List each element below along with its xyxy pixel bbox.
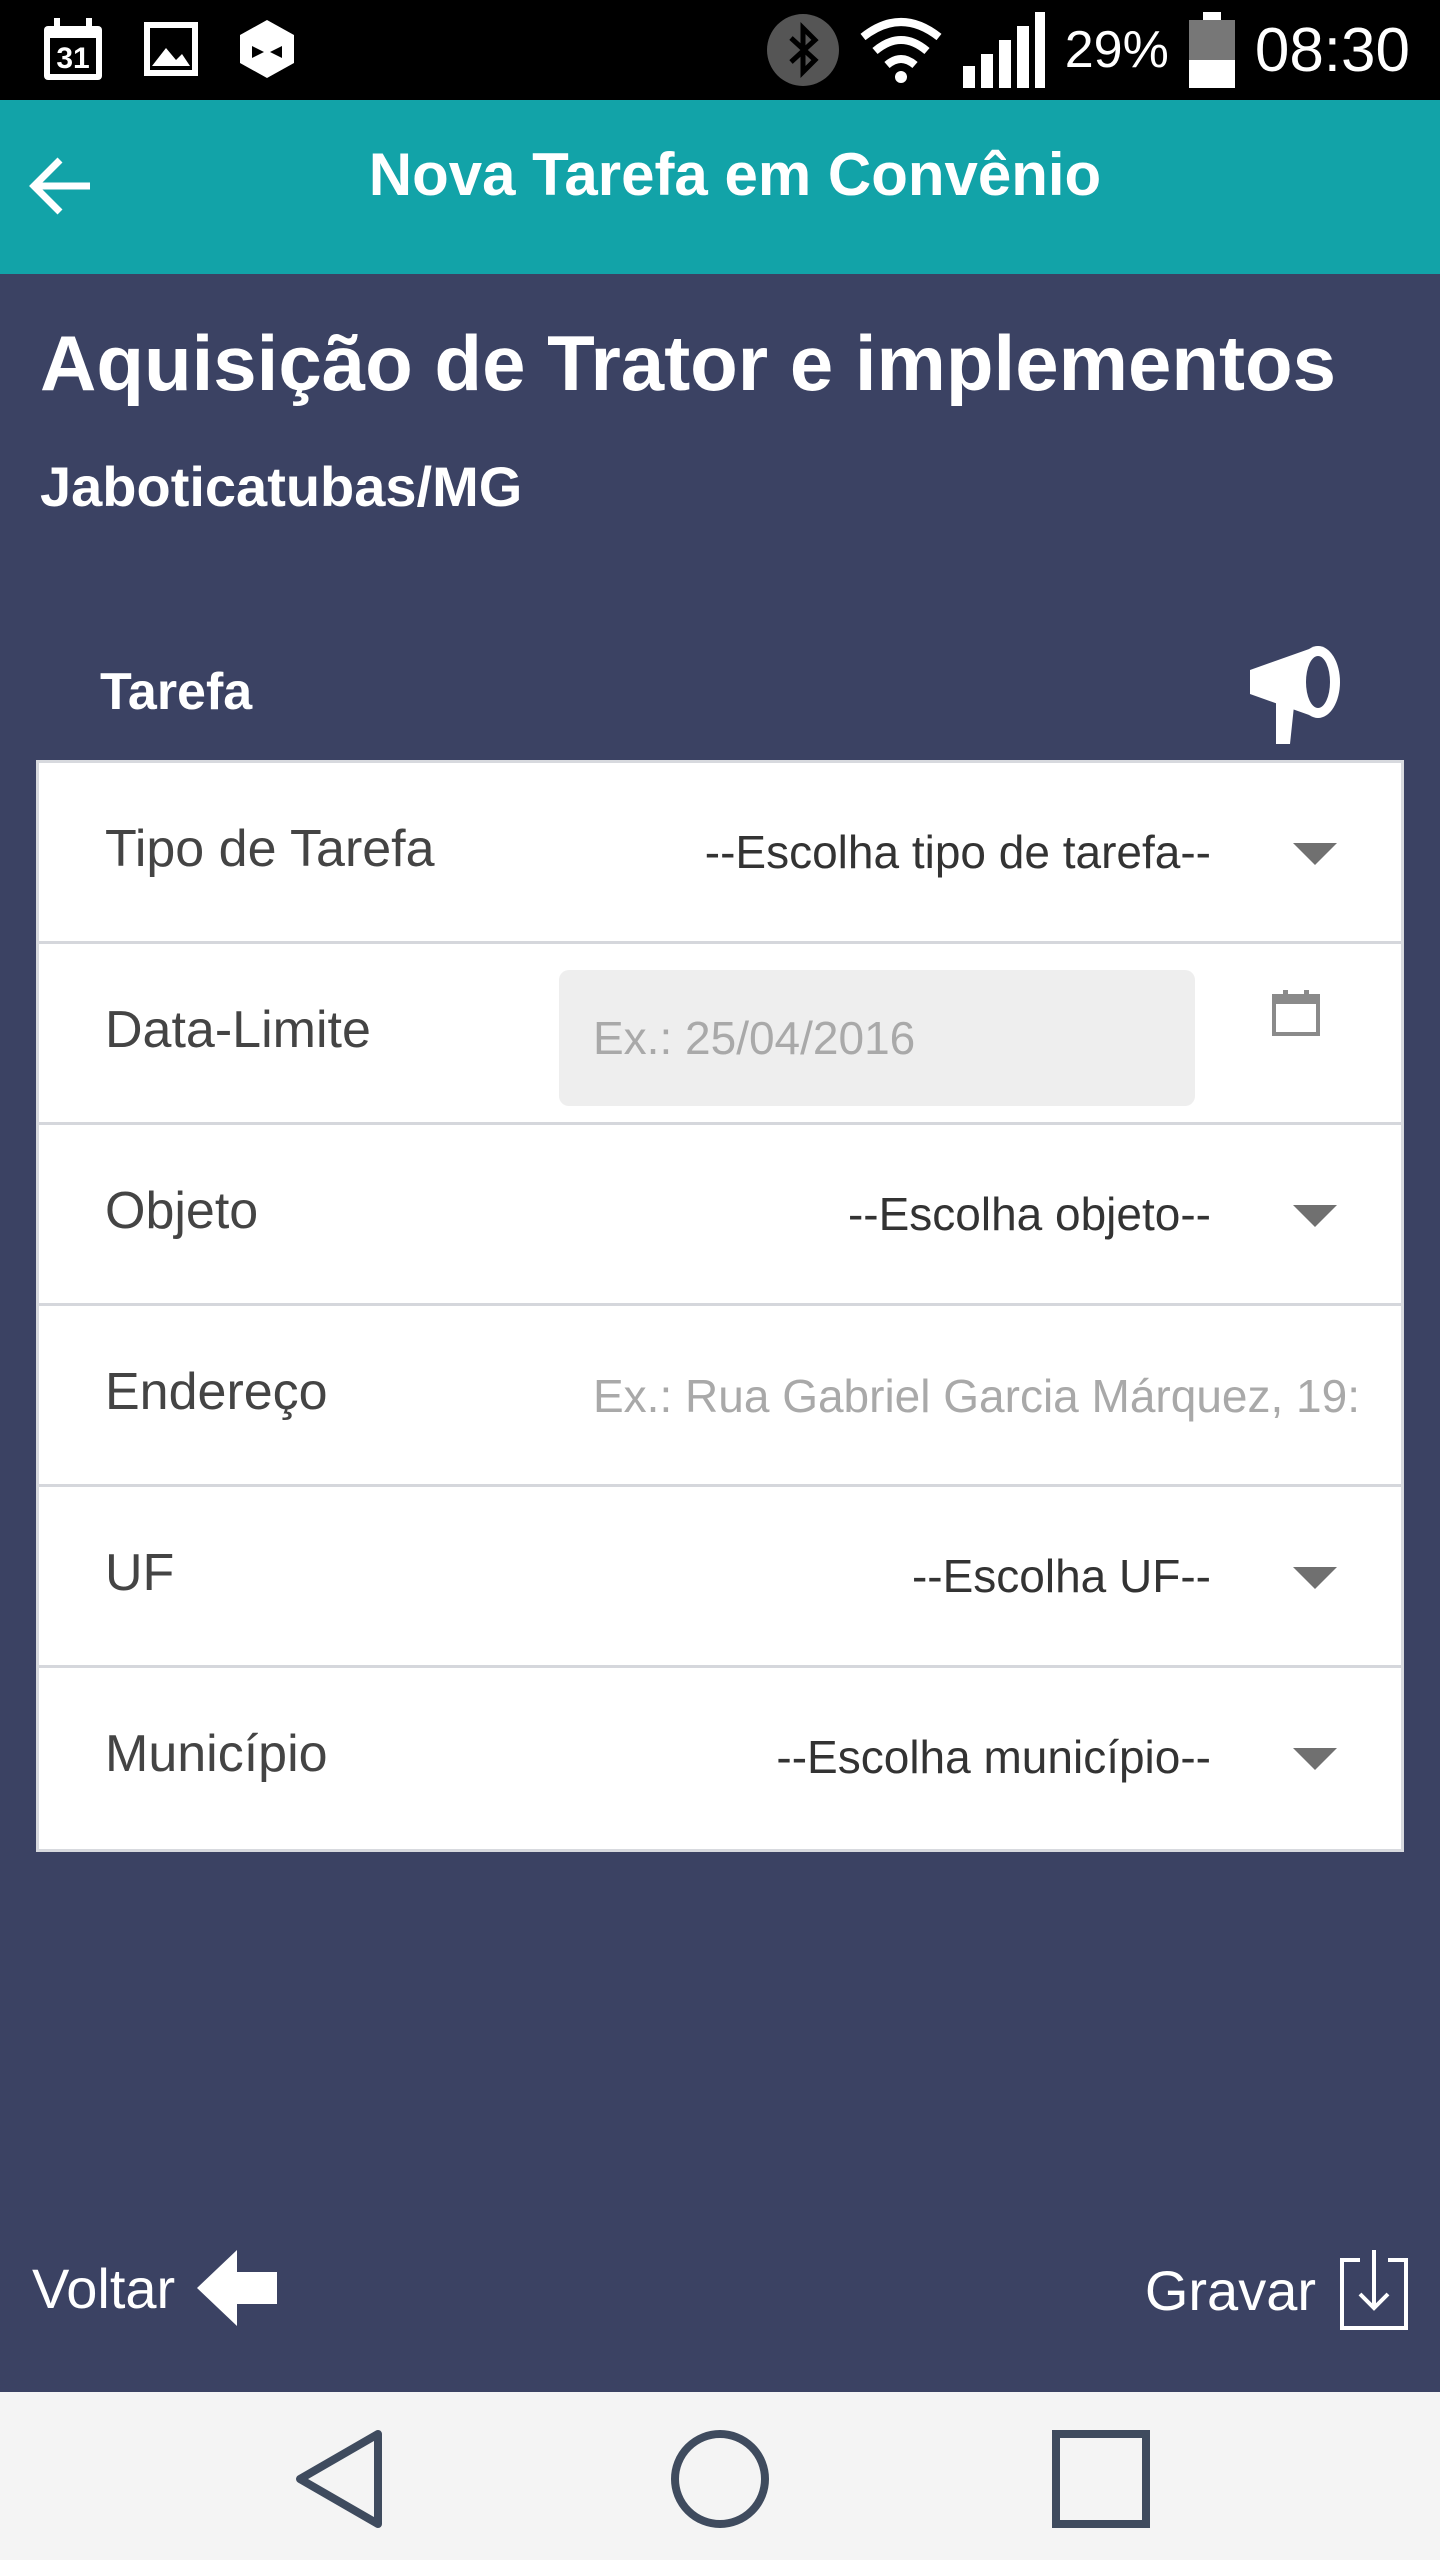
voltar-label: Voltar — [32, 2256, 176, 2320]
tipo-tarefa-label: Tipo de Tarefa — [105, 820, 435, 878]
row-endereco: Endereço — [39, 1306, 1401, 1487]
chevron-down-icon[interactable] — [1293, 1748, 1337, 1770]
uf-label: UF — [105, 1544, 175, 1602]
section-label: Tarefa — [100, 663, 253, 721]
clock: 08:30 — [1254, 15, 1410, 85]
voltar-button[interactable]: Voltar — [32, 2248, 279, 2328]
battery-percent: 29% — [1064, 21, 1169, 79]
objeto-select[interactable]: --Escolha objeto-- — [848, 1187, 1211, 1241]
wifi-icon — [860, 18, 942, 83]
status-bar-system: 29% 08:30 — [765, 10, 1410, 90]
endereco-input[interactable] — [559, 1346, 1359, 1446]
nav-recents-icon[interactable] — [1046, 2424, 1156, 2534]
signal-icon — [962, 12, 1045, 88]
row-objeto[interactable]: Objeto --Escolha objeto-- — [39, 1125, 1401, 1306]
row-municipio[interactable]: Município --Escolha município-- — [39, 1668, 1401, 1849]
task-form: Tipo de Tarefa --Escolha tipo de tarefa-… — [36, 760, 1404, 1852]
project-title: Aquisição de Trator e implementos — [40, 319, 1336, 407]
gravar-label: Gravar — [1144, 2258, 1316, 2322]
municipio-select[interactable]: --Escolha município-- — [776, 1730, 1211, 1784]
row-uf[interactable]: UF --Escolha UF-- — [39, 1487, 1401, 1668]
tipo-tarefa-select[interactable]: --Escolha tipo de tarefa-- — [705, 825, 1211, 879]
bluetooth-icon — [766, 14, 839, 86]
gravar-button[interactable]: Gravar — [1145, 2248, 1410, 2332]
chevron-down-icon[interactable] — [1293, 843, 1337, 865]
data-limite-label: Data-Limite — [105, 1001, 371, 1059]
chevron-down-icon[interactable] — [1293, 1567, 1337, 1589]
megaphone-icon[interactable] — [1246, 640, 1346, 746]
download-save-icon — [1340, 2250, 1408, 2330]
objeto-label: Objeto — [105, 1182, 259, 1240]
row-data-limite: Data-Limite — [39, 944, 1401, 1125]
status-bar: 31 29% 08:30 — [0, 0, 1440, 100]
project-location: Jaboticatubas/MG — [40, 455, 523, 518]
nav-back-icon[interactable] — [286, 2424, 396, 2534]
row-tipo-tarefa[interactable]: Tipo de Tarefa --Escolha tipo de tarefa-… — [39, 763, 1401, 944]
endereco-label: Endereço — [105, 1363, 328, 1421]
nav-home-icon[interactable] — [665, 2424, 775, 2534]
municipio-label: Município — [105, 1725, 328, 1783]
image-notification-icon — [144, 22, 198, 76]
app-notification-icon — [240, 20, 294, 78]
calendar-icon[interactable] — [1271, 988, 1321, 1038]
app-bar: Nova Tarefa em Convênio — [0, 100, 1440, 274]
page-title: Nova Tarefa em Convênio — [368, 141, 1102, 208]
chevron-down-icon[interactable] — [1293, 1205, 1337, 1227]
battery-icon — [1188, 12, 1235, 88]
calendar-day: 31 — [56, 42, 89, 75]
system-navigation-bar — [0, 2392, 1440, 2560]
calendar-notification-icon: 31 — [44, 18, 102, 80]
status-bar-notifications: 31 — [40, 16, 298, 82]
arrow-left-icon — [197, 2250, 278, 2326]
uf-select[interactable]: --Escolha UF-- — [912, 1549, 1211, 1603]
data-limite-input[interactable] — [559, 970, 1195, 1106]
